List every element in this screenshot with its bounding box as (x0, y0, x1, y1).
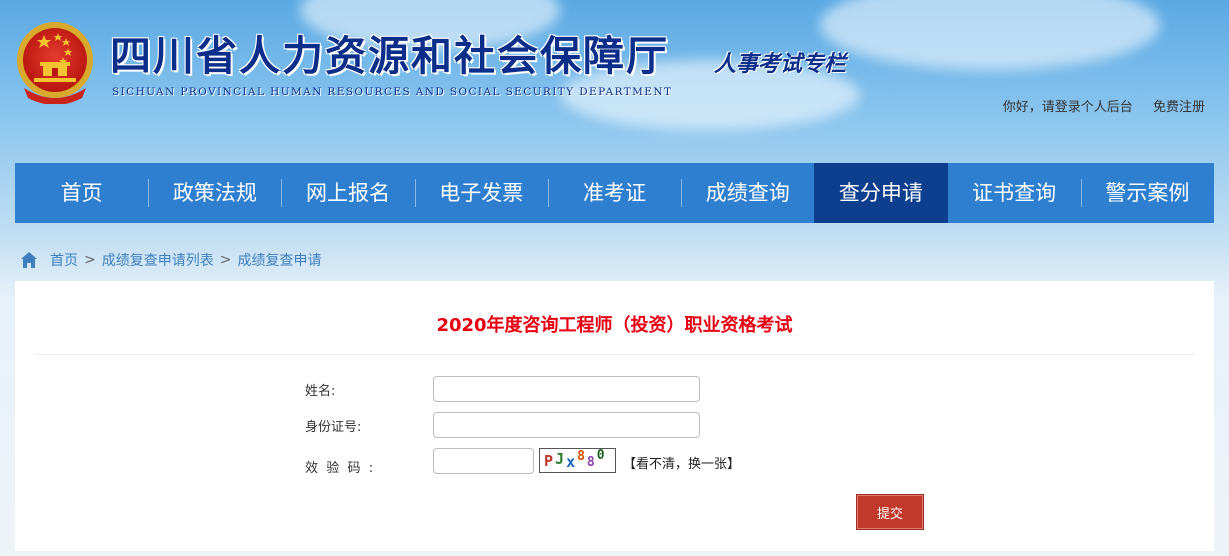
review-form-panel: 2020年度咨询工程师（投资）职业资格考试 姓名: 身份证号: 效 验 码 : … (15, 281, 1214, 551)
nav-item-admission-ticket[interactable]: 准考证 (547, 163, 681, 223)
home-icon (21, 252, 37, 268)
column-tag: 人事考试专栏 (714, 52, 847, 77)
nav-item-home[interactable]: 首页 (15, 163, 148, 223)
nav-item-score-review[interactable]: 查分申请 (814, 163, 948, 223)
login-link[interactable]: 你好，请登录个人后台 (1003, 100, 1133, 115)
captcha-image[interactable]: PJx880 (539, 448, 616, 473)
main-nav: 首页 政策法规 网上报名 电子发票 准考证 成绩查询 查分申请 证书查询 警示案… (15, 163, 1214, 223)
captcha-input[interactable] (433, 448, 534, 474)
breadcrumb-separator: > (84, 252, 96, 268)
name-input[interactable] (433, 376, 700, 402)
name-label: 姓名: (305, 384, 336, 399)
breadcrumb-list[interactable]: 成绩复查申请列表 (102, 250, 214, 270)
breadcrumb-separator: > (219, 252, 232, 268)
nav-item-score-query[interactable]: 成绩查询 (681, 163, 814, 223)
breadcrumb-home[interactable]: 首页 (50, 250, 78, 270)
site-subtitle: SICHUAN PROVINCIAL HUMAN RESOURCES AND S… (112, 86, 673, 98)
captcha-char: P (544, 451, 554, 470)
submit-button[interactable]: 提交 (856, 494, 924, 530)
nav-item-invoice[interactable]: 电子发票 (414, 163, 548, 223)
captcha-char: 0 (596, 448, 605, 463)
breadcrumb-current[interactable]: 成绩复查申请 (237, 250, 321, 270)
captcha-label: 效 验 码 : (305, 461, 374, 476)
captcha-char: 8 (577, 449, 585, 464)
divider (35, 354, 1195, 355)
nav-item-certificate-query[interactable]: 证书查询 (948, 163, 1081, 223)
site-title: 四川省人力资源和社会保障厅 (110, 32, 669, 80)
refresh-captcha-link[interactable]: 【看不清，换一张】 (623, 453, 740, 472)
captcha-char: x (566, 452, 576, 471)
cloud-decoration (820, 0, 1160, 70)
nav-item-warning-cases[interactable]: 警示案例 (1080, 163, 1214, 223)
site-header: 四川省人力资源和社会保障厅 SICHUAN PROVINCIAL HUMAN R… (0, 0, 1229, 160)
national-emblem-icon (17, 22, 93, 104)
id-number-input[interactable] (433, 412, 700, 438)
user-links: 你好，请登录个人后台 免费注册 (1003, 96, 1205, 115)
nav-item-policy[interactable]: 政策法规 (148, 163, 281, 223)
exam-title: 2020年度咨询工程师（投资）职业资格考试 (436, 315, 793, 336)
captcha-char: 8 (586, 455, 595, 470)
captcha-char: J (555, 449, 565, 468)
breadcrumb: 首页 > 成绩复查申请列表 > 成绩复查申请 (20, 250, 321, 270)
register-link[interactable]: 免费注册 (1153, 100, 1205, 115)
id-number-label: 身份证号: (305, 420, 362, 435)
nav-item-registration[interactable]: 网上报名 (281, 163, 414, 223)
